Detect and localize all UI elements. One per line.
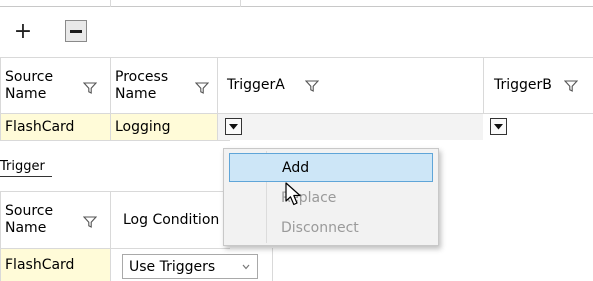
caret-down-icon — [229, 123, 238, 129]
chevron-down-icon — [242, 264, 250, 270]
minus-icon — [70, 29, 82, 33]
menu-item-add[interactable]: Add — [229, 153, 433, 182]
menu-item-disconnect[interactable]: Disconnect — [229, 215, 433, 241]
section-label: Trigger — [0, 159, 45, 174]
filter-icon[interactable] — [564, 79, 578, 93]
column-header-label: Source Name — [5, 203, 54, 236]
log-condition-select[interactable]: Use Triggers — [122, 254, 258, 279]
top-divider — [110, 0, 111, 7]
filter-icon[interactable] — [195, 81, 209, 95]
filter-icon[interactable] — [305, 79, 319, 93]
cell-text: FlashCard — [5, 257, 75, 273]
add-row-button[interactable]: + — [10, 18, 36, 44]
mouse-cursor-icon — [285, 182, 301, 206]
filter-icon[interactable] — [83, 81, 97, 95]
caret-down-icon — [494, 123, 503, 129]
column-header-label: Process Name — [115, 68, 169, 102]
section-tab-trigger[interactable]: Trigger — [0, 158, 45, 174]
menu-item-replace[interactable]: Replace — [229, 185, 433, 211]
column-header-triggerb[interactable]: TriggerB — [484, 58, 593, 113]
menu-item-label: Add — [282, 159, 310, 176]
column-header-source-name[interactable]: Source Name — [1, 58, 110, 113]
column-header-triggera[interactable]: TriggerA — [218, 58, 483, 113]
cell-triggerb[interactable] — [484, 114, 593, 140]
column-header-label: TriggerA — [227, 77, 285, 93]
cell-text: FlashCard — [5, 119, 75, 135]
column-header-source-name[interactable]: Source Name — [1, 192, 110, 248]
column-header-label: Source Name — [5, 68, 54, 102]
column-header-label: TriggerB — [494, 77, 552, 93]
select-value: Use Triggers — [129, 258, 216, 275]
cell-source-name[interactable]: FlashCard — [1, 114, 110, 140]
grid-line — [272, 248, 273, 281]
column-header-label: Log Condition — [123, 211, 220, 228]
cell-process-name[interactable]: Logging — [111, 114, 217, 140]
remove-row-button[interactable] — [65, 20, 87, 42]
context-menu: Add Replace Disconnect — [223, 148, 439, 246]
triggera-dropdown-button[interactable] — [225, 118, 242, 135]
cell-text: Logging — [115, 119, 171, 135]
menu-item-label: Disconnect — [281, 220, 359, 236]
top-divider — [240, 0, 241, 7]
top-border — [0, 6, 593, 7]
triggerb-dropdown-button[interactable] — [490, 118, 507, 135]
cell-triggera[interactable] — [218, 114, 483, 140]
column-header-process-name[interactable]: Process Name — [111, 58, 217, 113]
column-header-log-condition[interactable]: Log Condition — [111, 192, 226, 248]
grid-line — [0, 140, 230, 141]
plus-icon: + — [13, 18, 33, 44]
filter-icon[interactable] — [83, 215, 97, 229]
tab-underline — [0, 176, 52, 177]
cell-source-name[interactable]: FlashCard — [1, 249, 110, 281]
